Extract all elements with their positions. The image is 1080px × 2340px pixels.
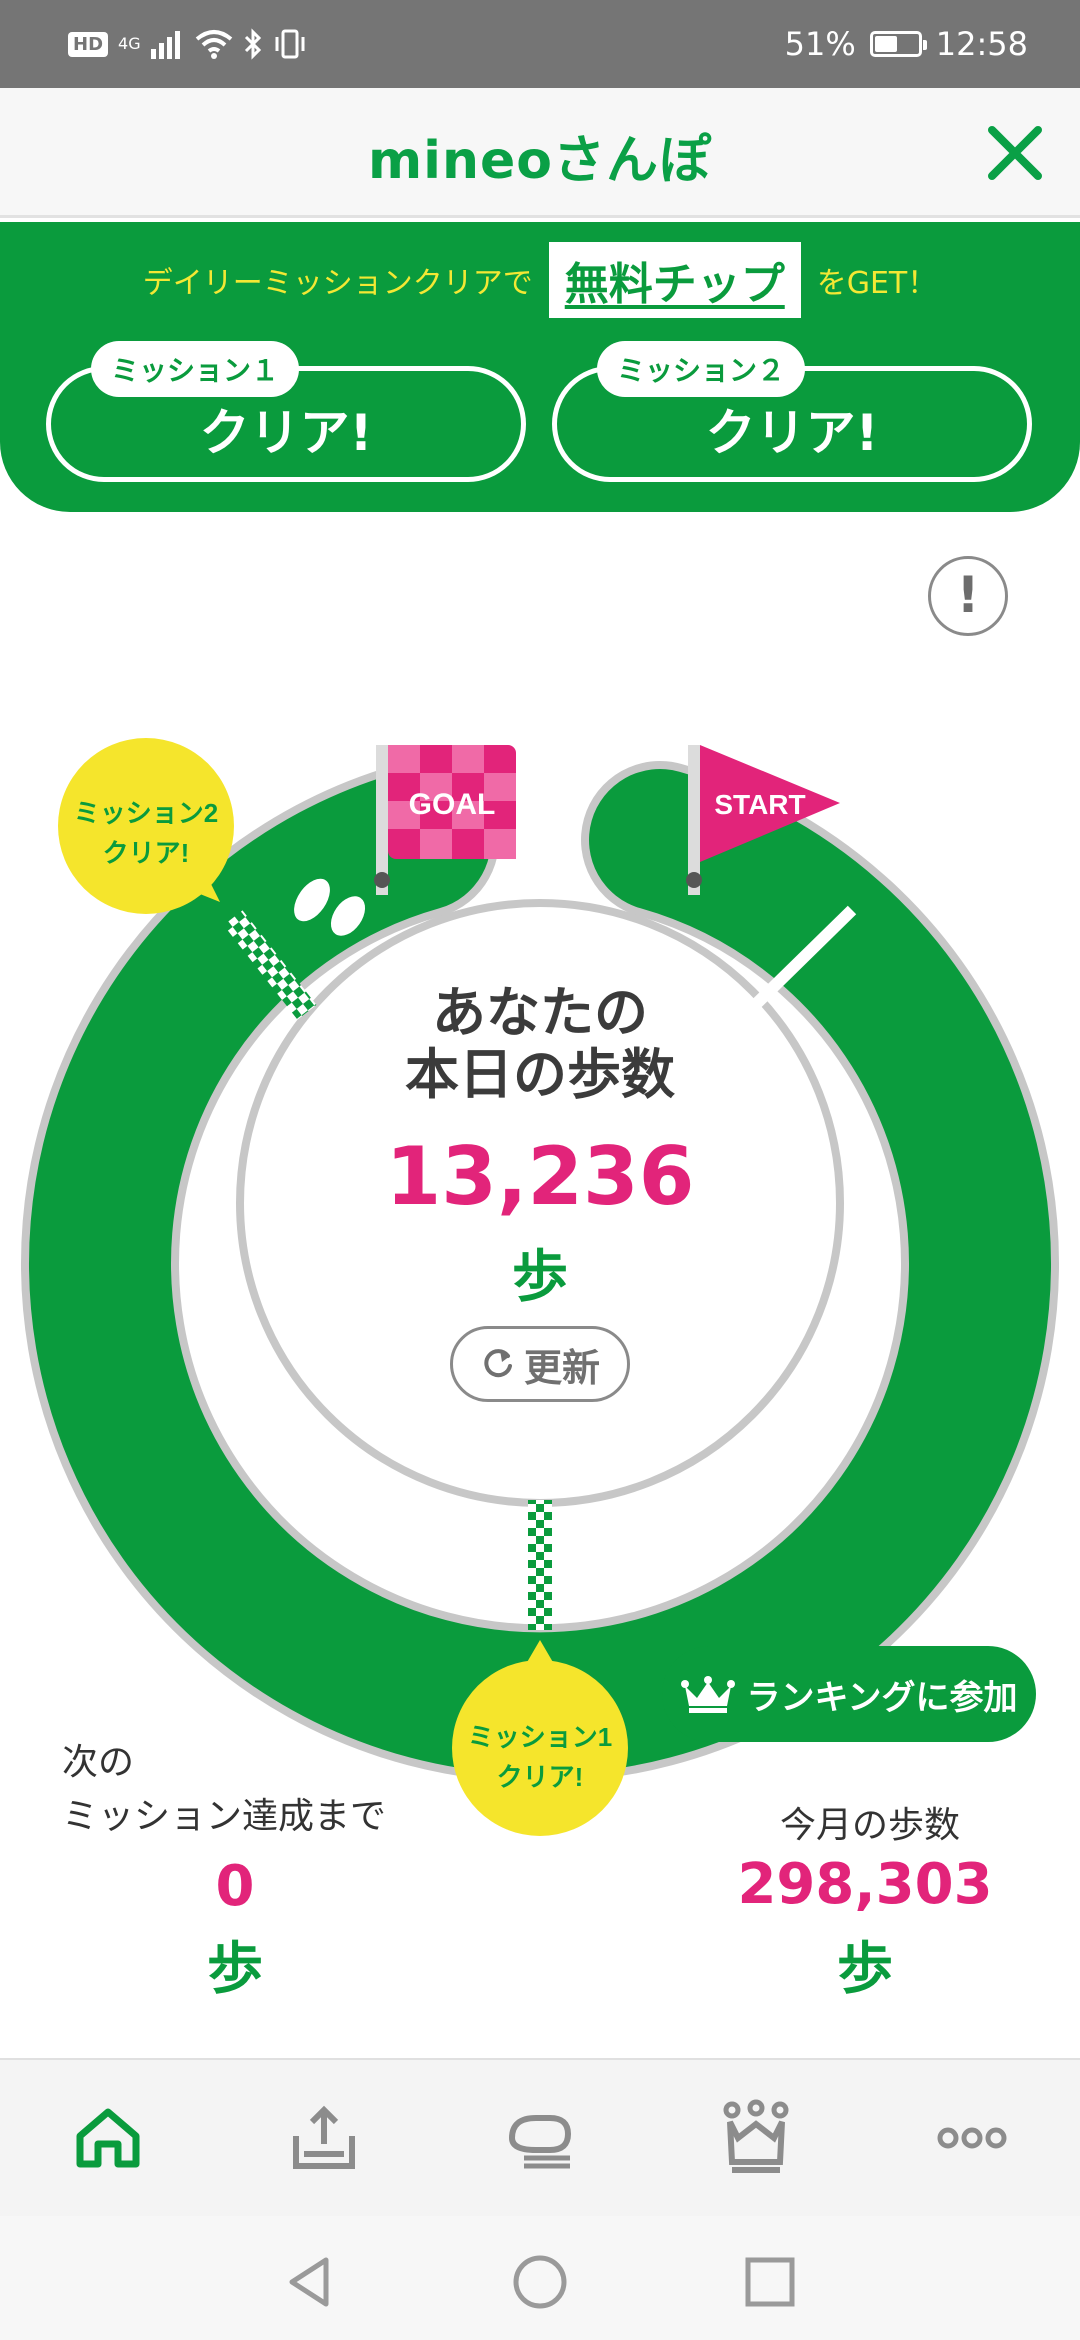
- next-mission-line1: 次の: [62, 1742, 135, 1783]
- goal-flag-label: GOAL: [409, 788, 496, 821]
- daily-mission-text: デイリーミッションクリアで 無料チップ をGET！: [0, 232, 1080, 328]
- signal-label: 4G: [118, 34, 141, 53]
- refresh-label: 更新: [523, 1345, 600, 1390]
- wifi-icon: [195, 30, 232, 59]
- today-label-line1: あなたの: [432, 981, 648, 1044]
- home-circle-icon[interactable]: [512, 2254, 568, 2310]
- next-mission-line2: ミッション達成まで: [62, 1796, 387, 1837]
- today-label-line2: 本日の歩数: [405, 1043, 675, 1106]
- mission-2-bubble: ミッション2 クリア!: [58, 738, 234, 914]
- recents-icon[interactable]: [742, 2254, 798, 2310]
- more-icon[interactable]: [932, 2098, 1012, 2178]
- mission-2-card[interactable]: ミッション２ クリア!: [552, 341, 1032, 482]
- home-icon[interactable]: [68, 2098, 148, 2178]
- mission-2-bubble-line1: ミッション2: [74, 798, 218, 828]
- mission-2-tag: ミッション２: [597, 341, 806, 397]
- app-header: mineoさんぽ: [0, 88, 1080, 218]
- refresh-button[interactable]: 更新: [450, 1326, 630, 1402]
- bottom-nav: [0, 2058, 1080, 2216]
- mission-1-bubble-line1: ミッション1: [468, 1722, 612, 1752]
- mission-1-card[interactable]: ミッション１ クリア!: [46, 341, 526, 482]
- clock: 12:58: [935, 25, 1028, 63]
- chat-icon[interactable]: [500, 2098, 580, 2178]
- daily-mission-suffix: をGET！: [816, 266, 938, 301]
- battery-percent: 51%: [784, 25, 856, 63]
- mission-2-bubble-line2: クリア!: [103, 838, 190, 868]
- month-steps-unit: 歩: [837, 1937, 893, 2002]
- start-flag-label: START: [714, 789, 805, 820]
- battery-icon: [869, 31, 927, 57]
- join-ranking-button[interactable]: ランキングに参加: [662, 1646, 1036, 1742]
- info-button[interactable]: !: [928, 556, 1008, 636]
- daily-mission-prefix: デイリーミッションクリアで: [142, 266, 533, 301]
- free-chip-link[interactable]: 無料チップ: [548, 242, 801, 318]
- status-icons-left: HD 4G: [68, 24, 307, 64]
- mission-2-status: クリア!: [705, 404, 879, 462]
- today-steps-unit: 歩: [512, 1245, 568, 1310]
- system-nav: [0, 2216, 1080, 2340]
- status-icons-right: 51% 12:58: [785, 22, 1028, 66]
- mission-1-bubble-line2: クリア!: [497, 1762, 584, 1792]
- ranking-crown-icon[interactable]: [716, 2098, 796, 2178]
- month-steps-label: 今月の歩数: [779, 1805, 960, 1846]
- month-steps-value: 298,303: [737, 1852, 993, 1917]
- refresh-icon: [484, 1349, 512, 1378]
- upload-icon[interactable]: [284, 2098, 364, 2178]
- back-icon[interactable]: [282, 2254, 338, 2310]
- crown-icon: [680, 1676, 735, 1713]
- next-mission-value: 0: [215, 1854, 255, 1919]
- mission-1-status: クリア!: [199, 404, 373, 462]
- close-icon[interactable]: [976, 114, 1054, 192]
- today-steps-value: 13,236: [385, 1130, 695, 1223]
- today-steps-label: あなたの 本日の歩数: [300, 982, 780, 1106]
- mission-banner: デイリーミッションクリアで 無料チップ をGET！ ミッション１ クリア! ミッ…: [0, 222, 1080, 512]
- hd-icon: HD: [68, 31, 109, 57]
- mission-1-tag: ミッション１: [91, 341, 300, 397]
- app-title: mineoさんぽ: [367, 131, 713, 191]
- next-mission-label: 次の ミッション達成まで: [62, 1736, 386, 1844]
- bluetooth-icon: [244, 28, 261, 60]
- vibrate-icon: [275, 29, 305, 59]
- join-ranking-label: ランキングに参加: [746, 1677, 1018, 1718]
- mission-1-checker: [528, 1500, 552, 1630]
- status-bar: HD 4G 51% 12:58: [0, 0, 1080, 88]
- signal-icon: [150, 31, 180, 59]
- next-mission-unit: 歩: [207, 1937, 263, 2002]
